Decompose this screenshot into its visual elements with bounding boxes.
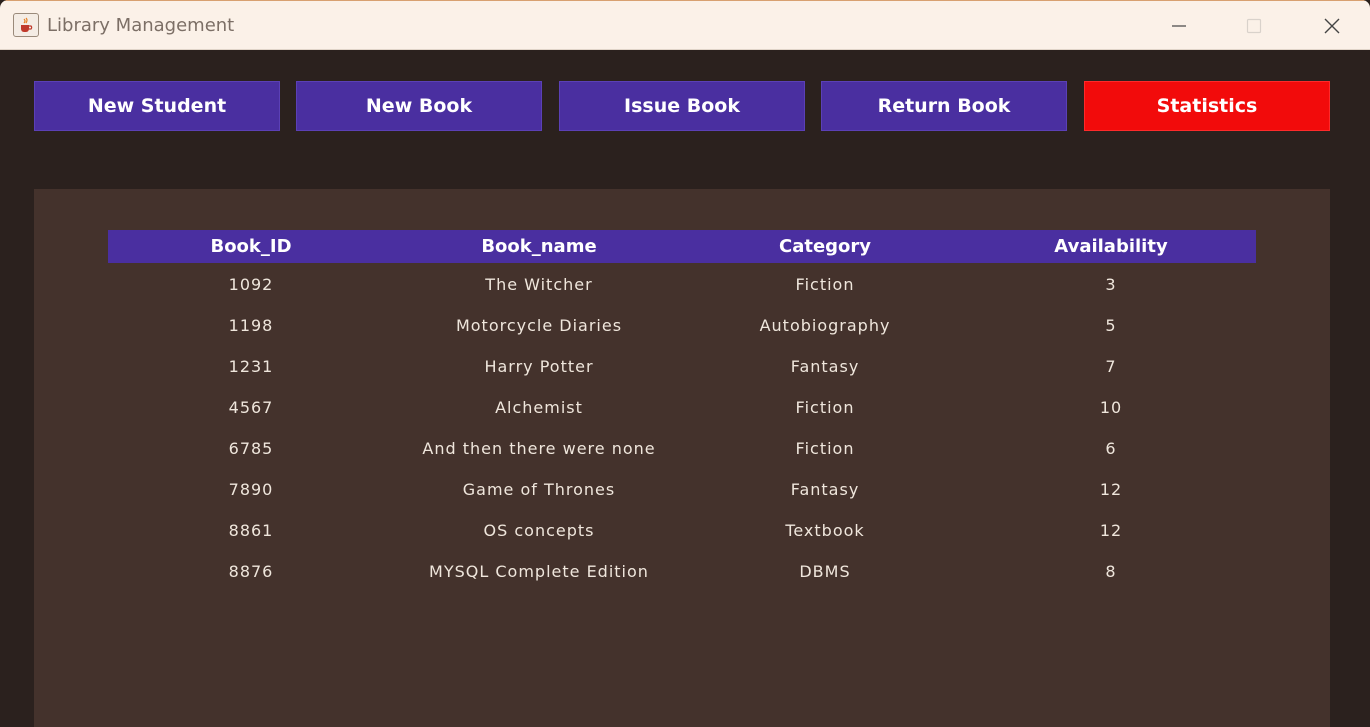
cell-book-id: 8876	[228, 562, 274, 581]
cell-availability: 6	[1105, 439, 1117, 458]
books-table: Book_ID Book_name Category Availability …	[108, 230, 1256, 592]
maximize-button[interactable]	[1226, 9, 1282, 43]
table-header: Book_ID Book_name Category Availability	[108, 230, 1256, 263]
cell-availability: 12	[1099, 480, 1123, 499]
cell-book-name: Game of Thrones	[462, 480, 616, 499]
close-icon	[1324, 18, 1340, 34]
cell-book-id: 6785	[228, 439, 274, 458]
main-content: New Student New Book Issue Book Return B…	[0, 51, 1370, 727]
minimize-icon	[1172, 25, 1186, 27]
cell-availability: 8	[1105, 562, 1117, 581]
cell-book-name: Motorcycle Diaries	[455, 316, 623, 335]
cell-book-id: 8861	[228, 521, 274, 540]
cell-book-name: Harry Potter	[484, 357, 594, 376]
column-header-category[interactable]: Category	[684, 236, 966, 257]
cell-availability: 12	[1099, 521, 1123, 540]
cell-category: Fantasy	[790, 480, 860, 499]
minimize-button[interactable]	[1151, 9, 1207, 43]
window-title: Library Management	[47, 15, 235, 36]
app-window: Library Management New Student New Book …	[0, 0, 1370, 727]
new-student-button[interactable]: New Student	[34, 81, 280, 131]
cell-book-id: 1092	[228, 275, 274, 294]
cell-book-id: 7890	[228, 480, 274, 499]
cell-category: Fiction	[795, 398, 855, 417]
cell-category: Autobiography	[759, 316, 891, 335]
cell-book-name: And then there were none	[422, 439, 656, 458]
cell-book-name: MYSQL Complete Edition	[429, 562, 649, 581]
cell-book-name: OS concepts	[483, 521, 595, 540]
table-row[interactable]: 6785 And then there were none Fiction 6	[108, 428, 1256, 469]
cell-category: Fiction	[795, 275, 855, 294]
cell-book-id: 1231	[228, 357, 274, 376]
statistics-button[interactable]: Statistics	[1084, 81, 1330, 131]
maximize-icon	[1246, 18, 1262, 34]
title-bar[interactable]: Library Management	[0, 0, 1370, 50]
table-row[interactable]: 4567 Alchemist Fiction 10	[108, 387, 1256, 428]
table-row[interactable]: 7890 Game of Thrones Fantasy 12	[108, 469, 1256, 510]
return-book-button[interactable]: Return Book	[821, 81, 1067, 131]
table-row[interactable]: 8861 OS concepts Textbook 12	[108, 510, 1256, 551]
java-cup-icon	[13, 13, 39, 37]
column-header-book-id[interactable]: Book_ID	[108, 236, 394, 257]
table-row[interactable]: 1092 The Witcher Fiction 3	[108, 264, 1256, 305]
column-header-availability[interactable]: Availability	[966, 236, 1256, 257]
new-book-button[interactable]: New Book	[296, 81, 542, 131]
table-row[interactable]: 8876 MYSQL Complete Edition DBMS 8	[108, 551, 1256, 592]
table-body: 1092 The Witcher Fiction 3 1198 Motorcyc…	[108, 263, 1256, 592]
cell-book-id: 1198	[228, 316, 274, 335]
cell-book-id: 4567	[228, 398, 274, 417]
cell-book-name: Alchemist	[495, 398, 583, 417]
cell-category: Fiction	[795, 439, 855, 458]
close-button[interactable]	[1304, 9, 1360, 43]
cell-category: Fantasy	[790, 357, 860, 376]
cell-availability: 10	[1099, 398, 1123, 417]
issue-book-button[interactable]: Issue Book	[559, 81, 805, 131]
cell-category: Textbook	[785, 521, 865, 540]
table-row[interactable]: 1198 Motorcycle Diaries Autobiography 5	[108, 305, 1256, 346]
cell-availability: 7	[1105, 357, 1117, 376]
cell-availability: 3	[1105, 275, 1117, 294]
column-header-book-name[interactable]: Book_name	[394, 236, 684, 257]
table-row[interactable]: 1231 Harry Potter Fantasy 7	[108, 346, 1256, 387]
statistics-panel: Book_ID Book_name Category Availability …	[34, 189, 1330, 727]
cell-book-name: The Witcher	[485, 275, 593, 294]
cell-availability: 5	[1105, 316, 1117, 335]
cell-category: DBMS	[799, 562, 851, 581]
